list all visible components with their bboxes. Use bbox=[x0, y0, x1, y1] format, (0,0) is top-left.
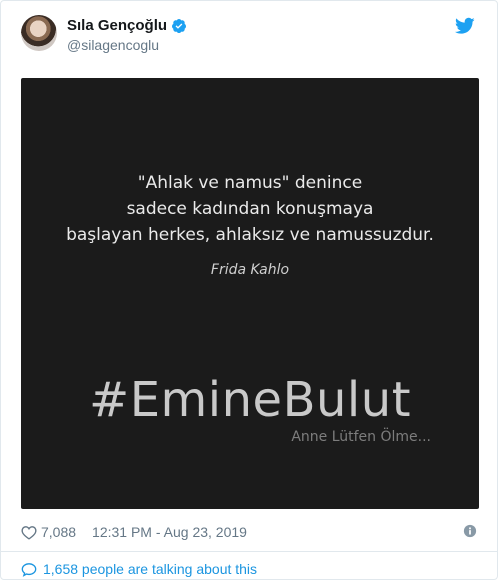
display-name-row[interactable]: Sıla Gençoğlu bbox=[67, 17, 187, 34]
timestamp[interactable]: 12:31 PM - Aug 23, 2019 bbox=[92, 524, 247, 540]
like-count[interactable]: 7,088 bbox=[41, 524, 76, 540]
tweet-image[interactable]: "Ahlak ve namus" denince sadece kadından… bbox=[21, 78, 479, 509]
divider bbox=[1, 551, 497, 552]
quote-line: "Ahlak ve namus" denince bbox=[137, 173, 363, 193]
display-name[interactable]: Sıla Gençoğlu bbox=[67, 17, 167, 34]
quote-line: başlayan herkes, ahlaksız ve namussuzdur… bbox=[66, 225, 434, 245]
talking-link[interactable]: 1,658 people are talking about this bbox=[21, 561, 257, 577]
verified-badge-icon bbox=[172, 18, 187, 33]
avatar[interactable] bbox=[21, 15, 57, 51]
quote-text: "Ahlak ve namus" denince sadece kadından… bbox=[21, 170, 479, 248]
talking-count[interactable]: 1,658 people are talking about this bbox=[43, 561, 257, 577]
tweet-card: Sıla Gençoğlu @silagencoglu "Ahlak ve na… bbox=[0, 0, 498, 580]
tweet-meta: 7,088 12:31 PM - Aug 23, 2019 bbox=[21, 522, 477, 542]
heart-icon[interactable] bbox=[21, 525, 37, 540]
image-subtitle: Anne Lütfen Ölme... bbox=[291, 429, 431, 445]
info-icon[interactable] bbox=[463, 524, 477, 538]
quote-line: sadece kadından konuşmaya bbox=[126, 199, 374, 219]
quote-author: Frida Kahlo bbox=[210, 262, 290, 278]
hashtag-text: #EmineBulut bbox=[88, 372, 412, 428]
handle[interactable]: @silagencoglu bbox=[67, 37, 159, 53]
speech-bubble-icon bbox=[21, 562, 37, 577]
twitter-bird-icon[interactable] bbox=[455, 17, 475, 35]
